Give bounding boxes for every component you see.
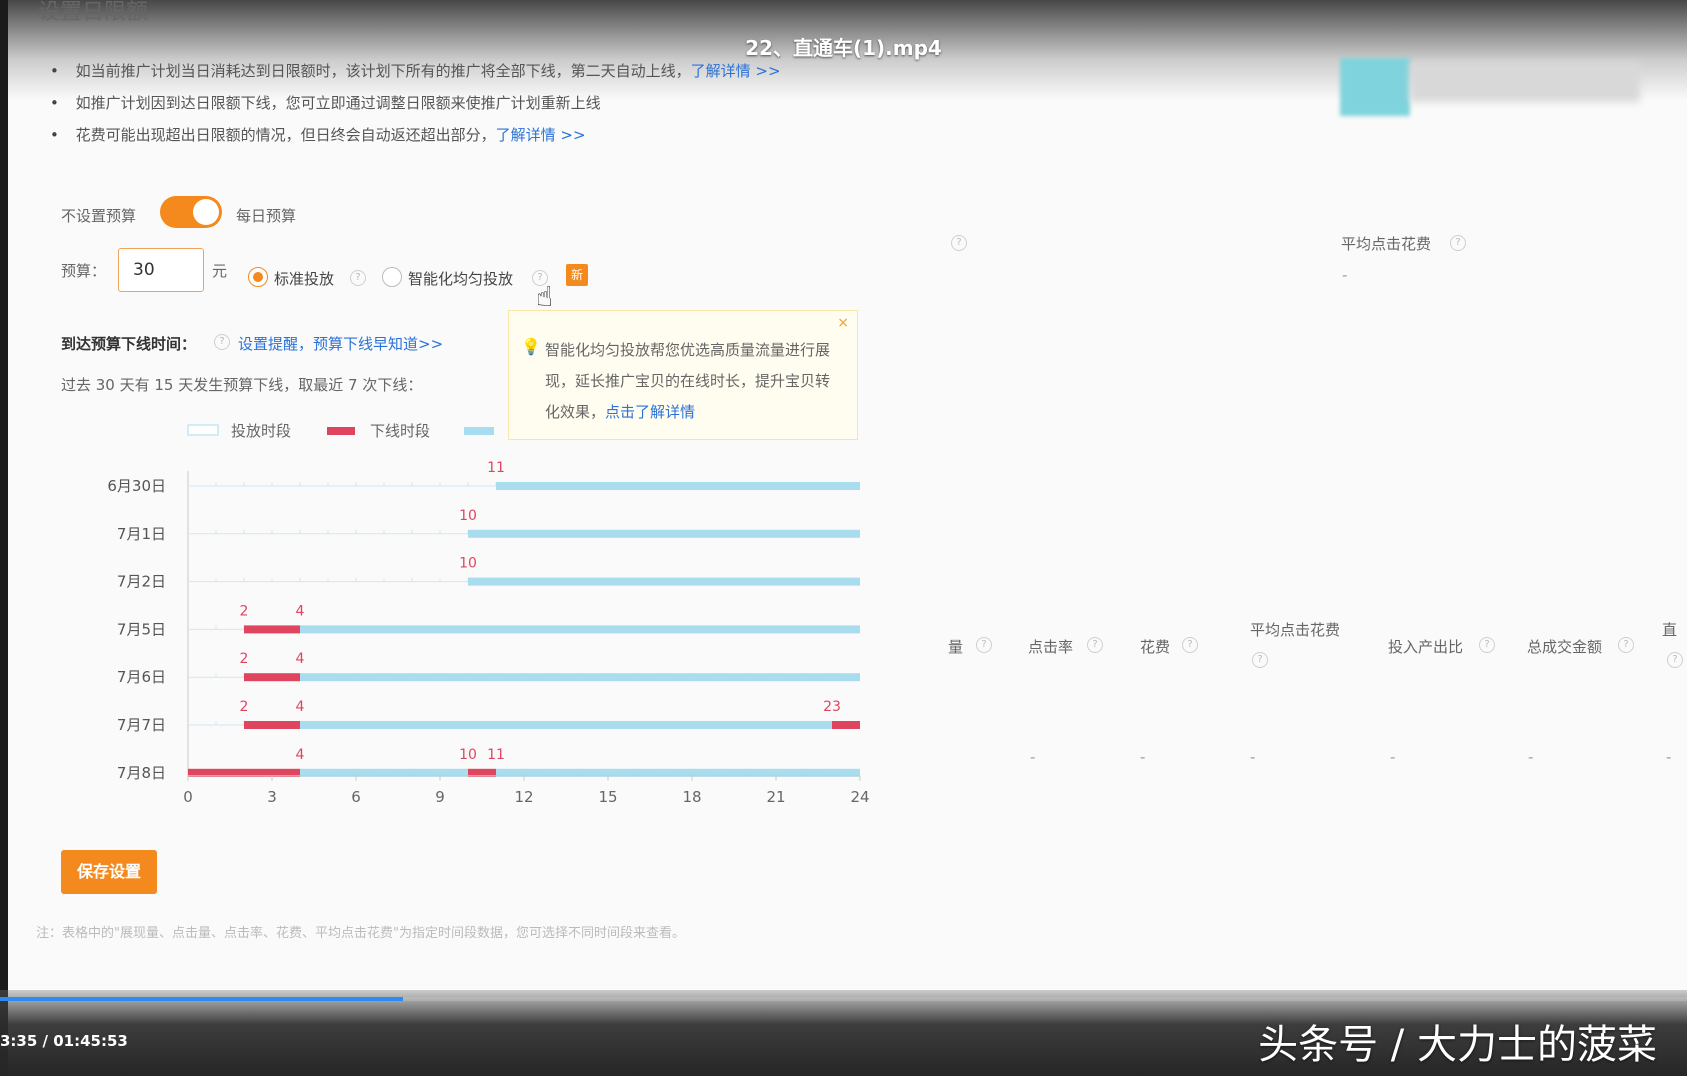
hour-label: 10 xyxy=(459,508,477,524)
help-icon[interactable]: ? xyxy=(1182,637,1198,653)
x-tick-label: 3 xyxy=(267,788,277,806)
hour-label: 11 xyxy=(487,460,505,476)
video-title: 22、直通车(1).mp4 xyxy=(745,36,942,60)
cell-value: - xyxy=(1140,748,1146,766)
online-bar xyxy=(300,673,860,682)
row-date-label: 7月7日 xyxy=(117,716,166,734)
offline-bar xyxy=(832,721,860,729)
video-time: 3:35 / 01:45:53 xyxy=(0,1032,128,1050)
hour-label: 4 xyxy=(296,699,305,715)
online-bar xyxy=(496,482,860,490)
hour-label: 2 xyxy=(240,651,249,667)
offline-timeline-chart: 投放时段 下线时段6月30日117月1日107月2日107月5日2 47月6日2 47… xyxy=(107,422,869,806)
help-icon[interactable]: ? xyxy=(1618,637,1634,653)
online-bar xyxy=(300,721,832,729)
help-icon[interactable]: ? xyxy=(1450,235,1466,251)
online-bar xyxy=(300,625,860,634)
row-date-label: 7月5日 xyxy=(117,620,166,638)
x-tick-label: 18 xyxy=(682,788,701,806)
legend-online-swatch xyxy=(187,424,219,436)
col-header-direct[interactable]: 直 xyxy=(1662,619,1677,640)
col-header[interactable]: 量 xyxy=(948,636,963,657)
legend-offline-label: 下线时段 xyxy=(370,422,430,440)
footnote: 注：表格中的"展现量、点击量、点击率、花费、平均点击花费"为指定时间段数据，您可… xyxy=(36,926,685,941)
hour-label: 4 xyxy=(296,603,305,619)
top-value: - xyxy=(1342,266,1348,284)
video-progress-fill xyxy=(0,997,404,1001)
cell-value: - xyxy=(1030,748,1036,766)
help-icon[interactable]: ? xyxy=(1667,652,1683,668)
hour-label: 2 xyxy=(240,603,249,619)
legend-extra-swatch xyxy=(464,427,494,435)
col-header-avg-click-cost[interactable]: 平均点击花费 xyxy=(1250,619,1340,640)
hour-label: 2 xyxy=(240,699,249,715)
cell-value: - xyxy=(1390,748,1396,766)
save-settings-button[interactable]: 保存设置 xyxy=(61,850,157,894)
offline-bar xyxy=(244,673,300,682)
hour-label: 4 xyxy=(296,651,305,667)
hour-label: 23 xyxy=(823,699,841,715)
x-tick-label: 12 xyxy=(514,788,533,806)
online-bar xyxy=(468,529,860,538)
help-icon[interactable]: ? xyxy=(1479,637,1495,653)
col-header-ctr[interactable]: 点击率 xyxy=(1028,636,1073,657)
hour-label: 10 xyxy=(459,556,477,572)
x-tick-label: 21 xyxy=(766,788,785,806)
legend-online-label: 投放时段 xyxy=(231,422,291,440)
row-date-label: 7月2日 xyxy=(117,573,166,591)
offline-bar xyxy=(244,721,300,729)
hour-label: 10 xyxy=(459,747,477,763)
row-date-label: 6月30日 xyxy=(107,477,166,495)
row-date-label: 7月6日 xyxy=(117,668,166,686)
x-tick-label: 6 xyxy=(351,788,361,806)
cell-value: - xyxy=(1528,748,1534,766)
help-icon[interactable]: ? xyxy=(951,235,967,251)
legend-offline-swatch xyxy=(327,427,355,435)
x-tick-label: 9 xyxy=(435,788,445,806)
hour-label: 4 xyxy=(296,747,305,763)
watermark: 头条号 / 大力士的菠菜 xyxy=(1258,1022,1657,1068)
row-date-label: 7月8日 xyxy=(117,764,166,782)
x-tick-label: 0 xyxy=(183,788,193,806)
help-icon[interactable]: ? xyxy=(976,637,992,653)
top-header-avg-click-cost[interactable]: 平均点击花费 xyxy=(1341,233,1431,254)
cell-value: - xyxy=(1250,748,1256,766)
row-date-label: 7月1日 xyxy=(117,525,166,543)
col-header-gmv[interactable]: 总成交金额 xyxy=(1527,636,1602,657)
col-header-roi[interactable]: 投入产出比 xyxy=(1388,636,1463,657)
offline-bar xyxy=(244,625,300,634)
help-icon[interactable]: ? xyxy=(1252,652,1268,668)
cell-value: - xyxy=(1666,748,1672,766)
help-icon[interactable]: ? xyxy=(1087,637,1103,653)
hour-label: 11 xyxy=(487,747,505,763)
online-bar xyxy=(468,577,860,586)
x-tick-label: 24 xyxy=(850,788,869,806)
col-header-cost[interactable]: 花费 xyxy=(1140,636,1170,657)
x-tick-label: 15 xyxy=(598,788,617,806)
